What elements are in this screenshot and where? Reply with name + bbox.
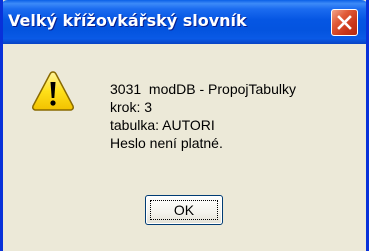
message-line-error: 3031 modDB - PropojTabulky [110,81,296,97]
ok-button[interactable]: OK [145,195,223,225]
message-text: 3031 modDB - PropojTabulky krok: 3 tabul… [110,80,296,152]
message-line-step: krok: 3 [110,99,153,115]
message-line-status: Heslo není platné. [110,135,223,151]
message-dialog: Velký křížovkářský slovník 3031 modDB - … [0,0,369,251]
title-bar[interactable]: Velký křížovkářský slovník [3,0,366,44]
ok-button-label: OK [150,200,218,220]
close-icon [337,15,352,30]
message-line-table: tabulka: AUTORI [110,117,215,133]
window-title: Velký křížovkářský slovník [8,11,247,30]
close-button[interactable] [331,9,358,36]
warning-icon [32,71,74,111]
